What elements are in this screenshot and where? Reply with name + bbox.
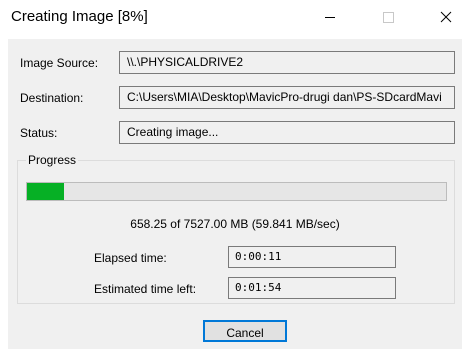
maximize-button[interactable] (365, 0, 411, 34)
elapsed-time-label: Elapsed time: (94, 251, 167, 265)
close-button[interactable] (423, 0, 469, 34)
window-title: Creating Image [8%] (11, 8, 148, 25)
progress-bar-fill (27, 183, 64, 200)
maximize-icon (383, 12, 394, 23)
destination-label: Destination: (20, 91, 84, 105)
image-source-label: Image Source: (20, 56, 99, 70)
close-icon (440, 11, 452, 23)
dialog-body: Image Source: \\.\PHYSICALDRIVE2 Destina… (8, 39, 462, 349)
create-image-dialog: Creating Image [8%] Image Source: \\.\PH… (0, 0, 469, 357)
status-label: Status: (20, 126, 58, 140)
minimize-icon (325, 17, 335, 18)
progress-bar (26, 182, 447, 201)
transfer-rate-text: 658.25 of 7527.00 MB (59.841 MB/sec) (130, 217, 340, 231)
elapsed-time-field: 0:00:11 (228, 246, 396, 268)
progress-group-title: Progress (26, 153, 79, 167)
image-source-field[interactable]: \\.\PHYSICALDRIVE2 (119, 51, 455, 74)
cancel-button[interactable]: Cancel (203, 320, 287, 342)
minimize-button[interactable] (307, 0, 353, 34)
title-bar[interactable]: Creating Image [8%] (0, 0, 469, 34)
destination-field[interactable]: C:\Users\MIA\Desktop\MavicPro-drugi dan\… (119, 86, 455, 109)
status-field: Creating image... (119, 121, 455, 144)
estimated-time-left-label: Estimated time left: (94, 282, 197, 296)
estimated-time-left-field: 0:01:54 (228, 277, 396, 299)
